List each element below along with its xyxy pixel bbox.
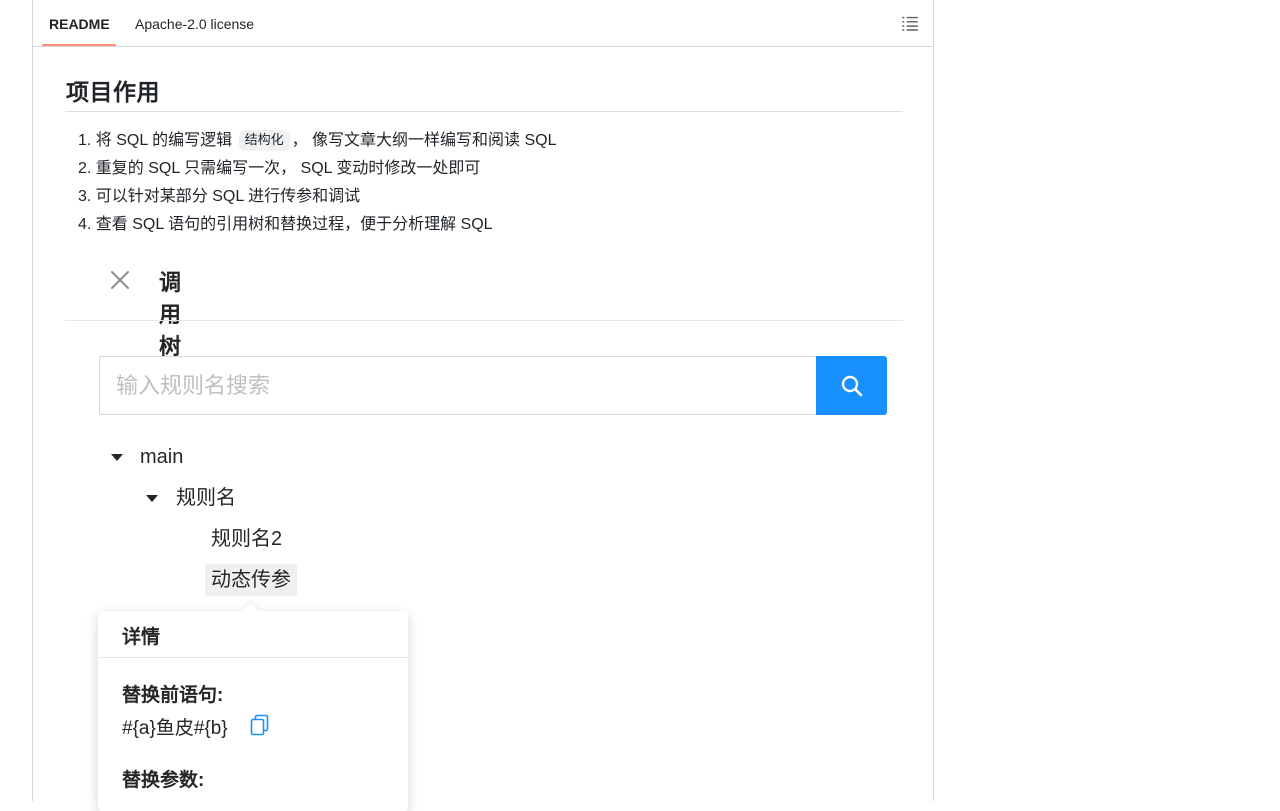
tree-node-rule2[interactable]: 规则名2 [205,523,288,555]
search-button[interactable] [816,356,887,415]
list-item-text: 查看 SQL 语句的引用树和替换过程，便于分析理解 SQL [95,216,493,233]
search-icon [841,375,862,396]
section-heading: 项目作用 [66,79,160,105]
readme-tabbar: README Apache-2.0 license [33,0,933,47]
list-unordered-icon[interactable] [901,14,919,32]
before-statement-label: 替换前语句: [122,685,224,706]
popover-divider [98,657,408,658]
detail-popover: 详情 替换前语句: #{a}鱼皮#{b} 替换参数: [98,602,408,811]
tree-node-dynamic-params[interactable]: 动态传参 [205,564,297,596]
caret-down-icon[interactable] [111,454,123,461]
active-tab-indicator [42,44,116,46]
params-label: 替换参数: [122,770,205,791]
tree-node-main[interactable]: main [134,441,189,473]
readme-container: README Apache-2.0 license 项目作用 1. 将 SQL … [32,0,934,811]
inline-code: 结构化 [238,130,290,152]
tree-node-rule[interactable]: 规则名 [170,482,242,514]
before-statement-value: #{a}鱼皮#{b} [122,718,228,739]
caret-down-icon[interactable] [146,495,158,502]
popover-title: 详情 [122,627,161,648]
close-icon[interactable] [109,269,131,291]
panel-divider [65,320,903,321]
list-item-text: ， 像写文章大纲一样编写和阅读 SQL [291,132,557,149]
list-item-text: 可以针对某部分 SQL 进行传参和调试 [95,188,361,205]
search-input[interactable] [99,356,817,415]
list-item: 2. 重复的 SQL 只需编写一次， SQL 变动时修改一处即可 [78,160,481,177]
popover-arrow [242,602,260,620]
tab-license[interactable]: Apache-2.0 license [135,16,254,32]
list-item-text: 重复的 SQL 只需编写一次， SQL 变动时修改一处即可 [95,160,481,177]
list-item: 1. 将 SQL 的编写逻辑 结构化， 像写文章大纲一样编写和阅读 SQL [78,127,557,155]
list-item-text: 将 SQL 的编写逻辑 [95,132,233,149]
heading-divider [65,111,903,112]
copy-icon[interactable] [250,714,270,736]
list-item: 4. 查看 SQL 语句的引用树和替换过程，便于分析理解 SQL [78,216,493,233]
feature-list: 1. 将 SQL 的编写逻辑 结构化， 像写文章大纲一样编写和阅读 SQL 2.… [78,127,557,239]
panel-title: 调用树 [159,270,182,359]
list-item: 3. 可以针对某部分 SQL 进行传参和调试 [78,188,361,205]
tab-readme[interactable]: README [49,16,110,32]
